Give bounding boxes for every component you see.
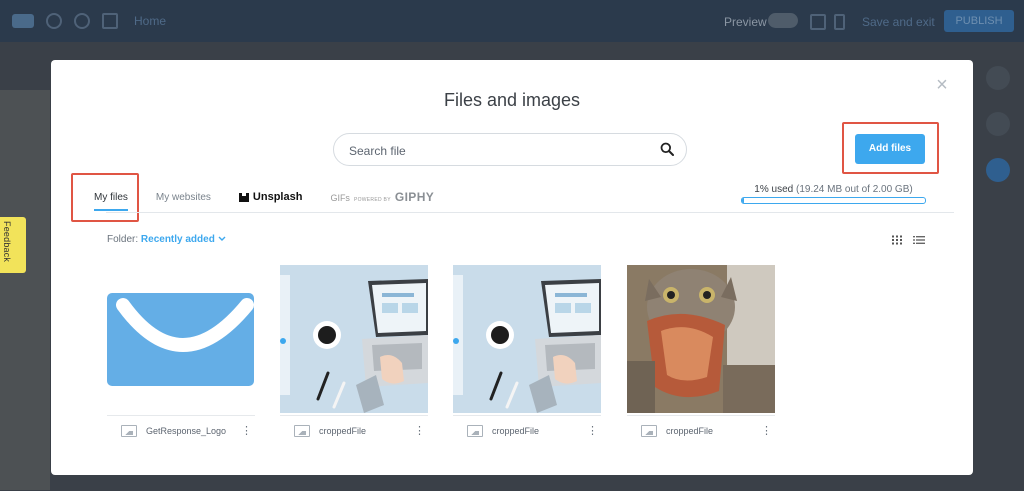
storage-used-label: 1% used [754, 184, 794, 195]
chevron-down-icon [218, 236, 226, 241]
undo-icon[interactable] [46, 13, 62, 29]
publish-button[interactable]: PUBLISH [944, 10, 1014, 32]
image-file-icon [121, 425, 137, 437]
file-name: GetResponse_Logo [146, 426, 227, 436]
tab-gifs[interactable]: GIFs POWERED BY GIPHY [330, 190, 434, 204]
file-name: croppedFile [492, 426, 540, 436]
feedback-label: Feedback [2, 221, 12, 263]
more-options-icon[interactable]: ⋮ [241, 426, 252, 437]
storage-progress-bar [741, 197, 926, 204]
cat-photo [627, 265, 775, 413]
search-icon[interactable] [660, 142, 674, 156]
file-card[interactable]: croppedFile ⋮ [627, 265, 775, 443]
modal-title: Files and images [443, 90, 581, 110]
save-draft-icon[interactable] [102, 13, 118, 29]
getresponse-logo-thumbnail [107, 293, 254, 386]
image-file-icon [467, 425, 483, 437]
storage-detail: (19.24 MB out of 2.00 GB) [795, 184, 913, 195]
file-card[interactable]: GetResponse_Logo ⋮ [107, 265, 255, 443]
redo-icon[interactable] [74, 13, 90, 29]
file-meta: croppedFile ⋮ [467, 423, 598, 439]
file-thumbnail[interactable] [453, 265, 601, 413]
tabs-divider [106, 212, 954, 213]
search-field [333, 133, 687, 167]
laptop-desk-photo [280, 265, 428, 413]
storage-progress-fill [742, 198, 744, 203]
desktop-view-icon[interactable] [810, 14, 826, 30]
file-thumbnail[interactable] [627, 265, 775, 413]
storage-usage-text: 1% used (19.24 MB out of 2.00 GB) [741, 184, 926, 195]
file-name: croppedFile [666, 426, 714, 436]
add-files-button[interactable]: Add files [855, 134, 925, 164]
preview-toggle[interactable] [768, 13, 798, 28]
image-file-icon [294, 425, 310, 437]
file-card[interactable]: croppedFile ⋮ [280, 265, 428, 443]
folder-dropdown[interactable]: Recently added [141, 234, 226, 245]
giphy-logo: GIPHY [394, 190, 435, 204]
preview-label: Preview [724, 15, 767, 29]
add-section-icon[interactable] [986, 158, 1010, 182]
files-and-images-modal: Files and images × Add files My files My… [51, 60, 973, 475]
more-options-icon[interactable]: ⋮ [761, 426, 772, 437]
unsplash-label: Unsplash [252, 191, 303, 203]
close-panel-icon[interactable] [986, 112, 1010, 136]
editor-toolbar: Home Preview Save and exit PUBLISH [0, 0, 1024, 42]
card-divider [627, 415, 775, 416]
more-options-icon[interactable]: ⋮ [414, 426, 425, 437]
unsplash-logo-icon [238, 192, 249, 202]
folder-filter: Folder: Recently added [107, 234, 226, 245]
right-side-panel [974, 42, 1024, 491]
file-thumbnail[interactable] [280, 265, 428, 413]
canvas-background [0, 90, 50, 490]
search-input[interactable] [347, 134, 651, 167]
app-logo-icon[interactable] [12, 14, 34, 28]
file-thumbnail[interactable] [107, 265, 255, 413]
folder-label: Folder: [107, 234, 139, 245]
file-card[interactable]: croppedFile ⋮ [453, 265, 601, 443]
source-tabs: My files My websites Unsplash GIFs POWER… [94, 182, 462, 212]
gifs-label: GIFs [330, 193, 350, 203]
file-meta: GetResponse_Logo ⋮ [121, 423, 252, 439]
file-meta: croppedFile ⋮ [641, 423, 772, 439]
close-icon[interactable]: × [933, 75, 951, 95]
image-file-icon [641, 425, 657, 437]
card-divider [280, 415, 428, 416]
tab-my-files[interactable]: My files [94, 192, 128, 211]
card-divider [453, 415, 601, 416]
laptop-desk-photo [453, 265, 601, 413]
more-options-icon[interactable]: ⋮ [587, 426, 598, 437]
file-name: croppedFile [319, 426, 367, 436]
card-divider [107, 415, 255, 416]
feedback-tab[interactable]: Feedback [0, 217, 26, 273]
grid-view-icon[interactable] [891, 235, 903, 245]
powered-by-label: POWERED BY [353, 197, 391, 203]
list-view-icon[interactable] [913, 235, 925, 245]
mobile-view-icon[interactable] [834, 14, 845, 30]
save-and-exit-dropdown[interactable]: Save and exit [862, 15, 935, 29]
folder-value: Recently added [140, 234, 215, 245]
tab-my-websites[interactable]: My websites [156, 192, 211, 203]
pages-dropdown[interactable]: Home [134, 14, 166, 28]
file-meta: croppedFile ⋮ [294, 423, 425, 439]
tab-unsplash[interactable]: Unsplash [238, 191, 303, 203]
sitemap-icon[interactable] [986, 66, 1010, 90]
